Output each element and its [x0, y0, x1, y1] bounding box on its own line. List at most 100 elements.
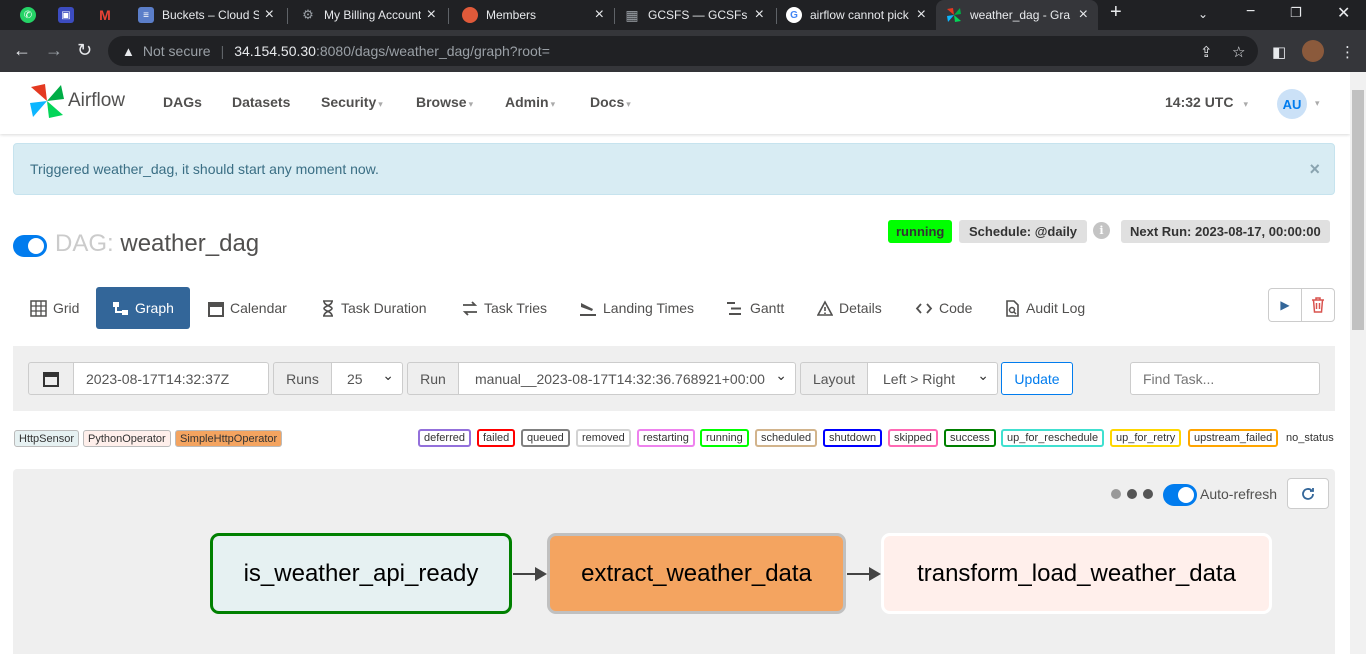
browser-tab-strip: ✆ ▣ M ≡ Buckets – Cloud St × ⚙ My Billin…: [0, 0, 1366, 30]
back-icon[interactable]: ←: [13, 40, 31, 60]
forward-icon[interactable]: →: [45, 40, 63, 60]
code-icon: [915, 300, 933, 317]
legend-state-restarting: restarting: [637, 429, 695, 447]
side-panel-icon[interactable]: ◧: [1272, 43, 1286, 61]
new-tab-button[interactable]: +: [1110, 1, 1122, 24]
tab-graph[interactable]: Graph: [96, 287, 190, 329]
graph-icon: [112, 300, 129, 317]
browser-tab-weather-dag[interactable]: weather_dag - Gra ×: [936, 0, 1098, 30]
gantt-icon: [726, 300, 744, 317]
tab-search-icon[interactable]: ⌄: [1198, 7, 1208, 21]
close-tab-icon[interactable]: ×: [427, 6, 436, 24]
task-label: is_weather_api_ready: [243, 559, 479, 587]
delete-dag-button[interactable]: [1302, 289, 1334, 321]
close-icon[interactable]: ×: [1309, 159, 1320, 180]
user-avatar[interactable]: AU: [1277, 89, 1307, 119]
docs-icon: ▦: [625, 6, 639, 23]
browser-tab-google[interactable]: G airflow cannot pick ×: [776, 0, 936, 30]
dag-label: DAG:: [55, 230, 114, 257]
airflow-logo-icon: [30, 84, 64, 118]
tab-audit-log[interactable]: Audit Log: [1005, 287, 1085, 329]
trash-icon: [1312, 297, 1324, 313]
nav-datasets[interactable]: Datasets: [232, 94, 290, 110]
url-path: :8080/dags/weather_dag/graph?root=: [315, 43, 550, 59]
task-label: extract_weather_data: [581, 559, 812, 587]
legend-state-success: success: [944, 429, 996, 447]
chip-tab-icon[interactable]: ▣: [58, 7, 74, 23]
caret-down-icon[interactable]: ▾: [1315, 98, 1320, 109]
close-tab-icon[interactable]: ×: [265, 6, 274, 24]
legend-state-no-status: no_status: [1286, 432, 1334, 444]
warning-icon[interactable]: ▲: [122, 44, 135, 59]
tab-gantt[interactable]: Gantt: [726, 287, 784, 329]
task-node-is-weather-api-ready[interactable]: is_weather_api_ready: [210, 533, 512, 614]
nav-browse[interactable]: Browse ▾: [416, 94, 473, 110]
find-task-input[interactable]: [1130, 362, 1320, 395]
members-icon: [462, 7, 478, 23]
nav-admin[interactable]: Admin ▾: [505, 94, 555, 110]
nav-docs[interactable]: Docs ▾: [590, 94, 631, 110]
gmail-tab-icon[interactable]: M: [97, 7, 113, 23]
tab-calendar[interactable]: Calendar: [208, 287, 287, 329]
clock-label: 14:32 UTC: [1165, 94, 1234, 110]
profile-avatar[interactable]: [1302, 40, 1324, 62]
browser-tab-gcsfs[interactable]: ▦ GCSFS — GCSFs 0 ×: [614, 0, 774, 30]
next-run-badge[interactable]: Next Run: 2023-08-17, 00:00:00: [1121, 220, 1330, 243]
trigger-dag-button[interactable]: ▶: [1269, 289, 1302, 321]
utc-clock[interactable]: 14:32 UTC ▾: [1165, 94, 1248, 110]
reload-icon[interactable]: ↻: [77, 40, 92, 60]
update-button[interactable]: Update: [1001, 362, 1073, 395]
tab-label: Gantt: [750, 300, 785, 316]
close-tab-icon[interactable]: ×: [755, 6, 764, 24]
nav-security[interactable]: Security ▾: [321, 94, 383, 110]
close-window-icon[interactable]: ✕: [1337, 3, 1350, 23]
tab-landing-times[interactable]: Landing Times: [579, 287, 694, 329]
layout-select[interactable]: Left > Right: [867, 362, 998, 395]
dag-pause-toggle[interactable]: [13, 235, 47, 257]
browser-tab-members[interactable]: Members ×: [452, 0, 614, 30]
tab-code[interactable]: Code: [915, 287, 972, 329]
not-secure-label: Not secure: [142, 43, 211, 59]
dag-name[interactable]: weather_dag: [120, 230, 259, 257]
base-date-input[interactable]: 2023-08-17T14:32:37Z: [73, 362, 269, 395]
close-tab-icon[interactable]: ×: [1079, 6, 1088, 24]
file-search-icon: [1005, 299, 1020, 317]
close-tab-icon[interactable]: ×: [595, 6, 604, 24]
legend-operator-simplehttpoperator: SimpleHttpOperator: [175, 430, 283, 447]
share-icon[interactable]: ⇪: [1200, 43, 1213, 61]
nav-dags[interactable]: DAGs: [163, 94, 202, 110]
caret-down-icon: ▾: [1243, 99, 1248, 109]
tab-details[interactable]: Details: [817, 287, 882, 329]
close-tab-icon[interactable]: ×: [917, 6, 926, 24]
info-icon[interactable]: i: [1093, 222, 1110, 239]
tab-task-tries[interactable]: Task Tries: [462, 287, 547, 329]
restore-icon[interactable]: ❐: [1290, 5, 1302, 21]
tab-grid[interactable]: Grid: [30, 287, 79, 329]
airflow-logo[interactable]: Airflow: [28, 82, 125, 120]
auto-refresh-toggle[interactable]: [1163, 484, 1197, 506]
nav-label: DAGs: [163, 94, 202, 110]
browser-tab-billing[interactable]: ⚙ My Billing Account ×: [290, 0, 446, 30]
nav-label: Security: [321, 94, 377, 110]
legend-state-removed: removed: [576, 429, 631, 447]
runs-select[interactable]: 25: [331, 362, 403, 395]
tab-label: Grid: [53, 300, 80, 316]
run-select[interactable]: manual__2023-08-17T14:32:36.768921+00:00: [458, 362, 796, 395]
scrollbar-thumb[interactable]: [1352, 90, 1364, 330]
task-node-extract-weather-data[interactable]: extract_weather_data: [547, 533, 846, 614]
url-host: 34.154.50.30: [234, 43, 316, 59]
browser-menu-icon[interactable]: ⋮: [1340, 43, 1355, 61]
tab-title: weather_dag - Gra: [970, 8, 1071, 22]
calendar-addon[interactable]: [28, 362, 74, 395]
browser-tab-buckets[interactable]: ≡ Buckets – Cloud St ×: [128, 0, 284, 30]
task-node-transform-load-weather-data[interactable]: transform_load_weather_data: [881, 533, 1272, 614]
tab-divider: [287, 8, 288, 24]
schedule-badge[interactable]: Schedule: @daily: [959, 220, 1088, 243]
minimize-icon[interactable]: −: [1246, 3, 1255, 21]
tab-task-duration[interactable]: Task Duration: [321, 287, 427, 329]
url-field[interactable]: ▲ Not secure | 34.154.50.30 :8080/dags/w…: [108, 36, 1258, 66]
refresh-button[interactable]: [1287, 478, 1329, 509]
bookmark-star-icon[interactable]: ☆: [1232, 43, 1245, 61]
page-title: DAG: weather_dag: [55, 230, 259, 258]
whatsapp-tab-icon[interactable]: ✆: [20, 7, 36, 23]
